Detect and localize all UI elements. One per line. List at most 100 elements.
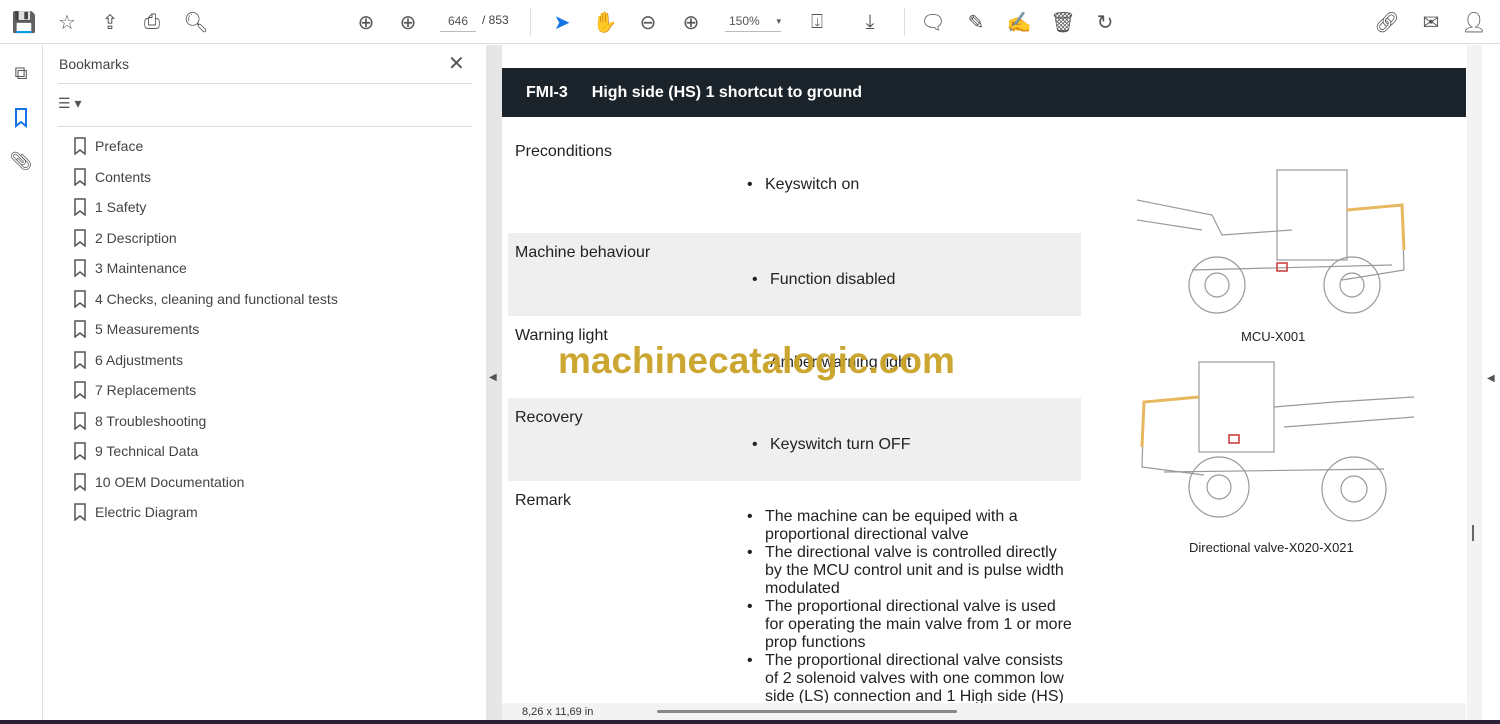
bookmark-item[interactable]: 5 Measurements [74, 319, 199, 339]
fit-page-icon[interactable]: ⍗ [803, 8, 831, 36]
scroll-mode-icon[interactable]: ⤓ [856, 8, 884, 36]
select-cursor-icon[interactable]: ➤ [548, 8, 576, 36]
document-view: FMI-3 High side (HS) 1 shortcut to groun… [502, 45, 1482, 724]
bookmark-label: 7 Replacements [95, 382, 197, 398]
bullet: Function disabled [752, 271, 895, 289]
taskbar-edge [0, 720, 1500, 724]
row-recovery: Recovery Keyswitch turn OFF [508, 398, 1081, 481]
bookmark-icon [74, 289, 86, 308]
bookmark-item[interactable]: 9 Technical Data [74, 441, 198, 461]
bookmark-item[interactable]: 1 Safety [74, 197, 146, 217]
bookmark-item[interactable]: 3 Maintenance [74, 258, 187, 278]
row-machine-behaviour: Machine behaviour Function disabled [508, 233, 1081, 316]
page-down-icon[interactable]: ⊕ [394, 8, 422, 36]
bookmark-item[interactable]: 8 Troubleshooting [74, 411, 206, 431]
page-size: 8,26 x 11,69 in [522, 706, 594, 718]
row-label: Machine behaviour [515, 244, 651, 261]
panel-collapse-gutter[interactable]: ◀ [486, 45, 502, 724]
hand-tool-icon[interactable]: ✋ [591, 8, 619, 36]
bookmark-icon [74, 198, 86, 216]
row-label: Remark [515, 492, 572, 509]
bookmarks-icon[interactable] [8, 105, 34, 131]
left-rail: ⧉ 📎︎ [0, 45, 43, 724]
bookmark-item[interactable]: 4 Checks, cleaning and functional tests [74, 289, 338, 309]
toolbar: 💾 ☆ ⇪ ⎙ 🔍︎ ⊕ ⊕ 646 / 853 ➤ ✋ ⊖ ⊕ 150% ▾ ⍗… [0, 0, 1500, 44]
search-icon[interactable]: 🔍︎ [182, 8, 210, 36]
pdf-page: FMI-3 High side (HS) 1 shortcut to groun… [502, 45, 1467, 724]
bookmark-item[interactable]: 6 Adjustments [74, 350, 183, 370]
rotate-icon[interactable]: ↻ [1091, 8, 1119, 36]
bookmark-icon [74, 137, 86, 155]
pages-icon[interactable]: ⧉ [8, 60, 34, 86]
bullet: The proportional directional valve consi… [747, 652, 1077, 706]
bookmark-label: 2 Description [95, 229, 177, 246]
divider [58, 83, 472, 84]
bookmark-label: 4 Checks, cleaning and functional tests [95, 290, 338, 307]
bookmark-star-icon[interactable]: ☆ [53, 8, 81, 36]
bookmark-label: Electric Diagram [95, 504, 198, 520]
bookmark-icon [74, 350, 86, 369]
page-number-input[interactable]: 646 [440, 10, 476, 32]
right-panel-gutter[interactable]: ◀ [1472, 45, 1500, 724]
row-remark: Remark The machine can be equiped with a… [508, 481, 1081, 711]
bullet: The machine can be equiped with a propor… [747, 508, 1077, 544]
bookmark-label: Contents [95, 168, 152, 185]
row-preconditions: Preconditions Keyswitch on [508, 133, 1081, 230]
share-link-icon[interactable]: 🔗︎ [1373, 8, 1401, 36]
figure-caption-2: Directional valve-X020-X021 [1189, 540, 1354, 555]
vertical-scrollbar[interactable] [1472, 525, 1474, 541]
bullet: Keyswitch on [747, 176, 859, 194]
figure-caption-1: MCU-X001 [1241, 329, 1306, 344]
horizontal-scrollbar[interactable] [657, 710, 957, 713]
bookmark-item[interactable]: Contents [74, 167, 151, 187]
bullet: The directional valve is controlled dire… [747, 544, 1077, 598]
bookmark-item[interactable]: Electric Diagram [74, 502, 198, 522]
options-menu-button[interactable]: ☰ ▾ [58, 95, 81, 112]
bullet: The proportional directional valve is us… [747, 598, 1077, 652]
bookmark-icon [74, 442, 86, 460]
bookmark-label: 10 OEM Documentation [95, 473, 245, 490]
page-up-icon[interactable]: ⊕ [352, 8, 380, 36]
section-header: FMI-3 High side (HS) 1 shortcut to groun… [502, 68, 1466, 117]
bookmarks-panel: Bookmarks ✕ ☰ ▾ Preface Contents 1 Safety 2… [44, 45, 486, 724]
bookmark-label: 1 Safety [95, 199, 147, 215]
zoom-out-icon[interactable]: ⊖ [634, 8, 662, 36]
page-total: / 853 [482, 13, 509, 27]
add-user-icon[interactable]: 👤︎ [1460, 8, 1488, 36]
bookmark-icon [74, 411, 86, 430]
bookmark-icon [74, 503, 86, 521]
bookmark-icon [74, 320, 86, 338]
comment-icon[interactable]: 🗨︎ [919, 8, 947, 36]
bookmark-label: Preface [95, 138, 144, 154]
save-icon[interactable]: 💾 [10, 8, 38, 36]
row-label: Recovery [515, 409, 583, 426]
close-icon[interactable]: ✕ [448, 51, 465, 76]
email-icon[interactable]: ✉ [1417, 8, 1445, 36]
divider [530, 8, 531, 36]
print-icon[interactable]: ⎙ [138, 8, 166, 36]
sign-icon[interactable]: ✍ [1005, 8, 1033, 36]
zoom-in-icon[interactable]: ⊕ [677, 8, 705, 36]
cloud-upload-icon[interactable]: ⇪ [96, 8, 124, 36]
row-label: Preconditions [515, 143, 612, 160]
bookmark-item[interactable]: Preface [74, 136, 143, 156]
bookmark-label: 8 Troubleshooting [95, 412, 207, 429]
bookmark-item[interactable]: 2 Description [74, 228, 177, 248]
loader-figure-1 [1136, 169, 1406, 314]
panel-title: Bookmarks [59, 56, 130, 72]
fmi-code: FMI-3 [526, 83, 568, 101]
bookmark-label: 9 Technical Data [95, 443, 199, 459]
fmi-title: High side (HS) 1 shortcut to ground [591, 83, 862, 101]
bookmark-label: 3 Maintenance [95, 260, 187, 276]
zoom-level-select[interactable]: 150% ▾ [725, 10, 781, 32]
bookmark-item[interactable]: 7 Replacements [74, 380, 196, 400]
delete-icon[interactable]: 🗑︎ [1049, 8, 1077, 36]
bookmark-item[interactable]: 10 OEM Documentation [74, 472, 244, 492]
bookmark-label: 6 Adjustments [95, 351, 183, 368]
bookmark-label: 5 Measurements [95, 321, 200, 337]
loader-figure-2 [1140, 361, 1415, 522]
bookmark-icon [74, 381, 86, 399]
highlight-icon[interactable]: ✎ [962, 8, 990, 36]
bookmark-icon [74, 167, 86, 186]
attachments-icon[interactable]: 📎︎ [8, 148, 34, 174]
